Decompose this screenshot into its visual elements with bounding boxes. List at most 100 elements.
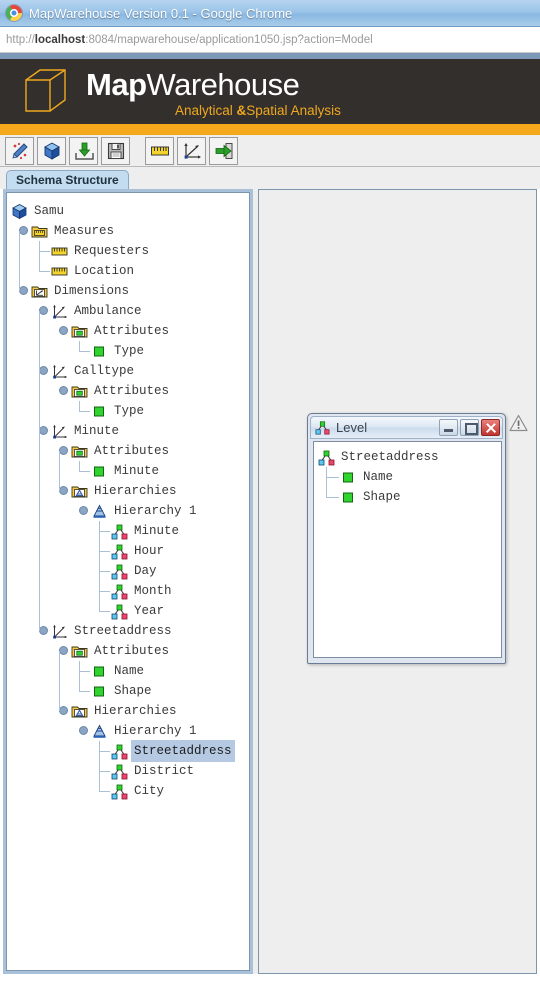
tree-expand-toggle[interactable] — [39, 626, 48, 635]
tree-node[interactable]: Requesters — [51, 241, 149, 261]
tree-expand-toggle[interactable] — [19, 286, 28, 295]
tree-node-label: Name — [363, 470, 394, 484]
tree-node[interactable]: Minute — [111, 521, 179, 541]
tree-node[interactable]: Shape — [340, 487, 401, 507]
tree-node[interactable]: Measures — [31, 221, 114, 241]
tree-connector — [79, 401, 80, 411]
tab-schema-structure[interactable]: Schema Structure — [6, 170, 129, 189]
tree-node[interactable]: Hierarchy 1 — [91, 721, 197, 741]
pyramid-icon — [93, 724, 106, 738]
tree-expand-toggle[interactable] — [39, 366, 48, 375]
tree-node-label: Minute — [134, 524, 180, 538]
level-dialog[interactable]: Level Streetaddress Name Shape — [307, 413, 506, 664]
schema-tree: Samu Measures Requesters Location Dimensions… — [7, 193, 249, 970]
map-tool-button[interactable] — [5, 136, 34, 165]
tree-node[interactable]: Streetaddress — [318, 447, 439, 467]
tree-expand-toggle[interactable] — [59, 446, 68, 455]
level-dialog-title: Level — [336, 420, 368, 435]
level-icon — [111, 764, 128, 779]
cube-button[interactable] — [37, 136, 66, 165]
axes-icon — [53, 624, 68, 638]
tree-node[interactable]: Streetaddress — [51, 621, 172, 641]
tree-node[interactable]: Hierarchies — [71, 481, 177, 501]
tree-expand-toggle[interactable] — [39, 306, 48, 315]
tree-node[interactable]: Month — [111, 581, 172, 601]
attributes-folder-icon — [71, 386, 88, 397]
tree-connector — [79, 661, 80, 671]
tree-node[interactable]: City — [111, 781, 164, 801]
dimension-button[interactable] — [177, 136, 206, 165]
tree-node[interactable]: Attributes — [71, 381, 169, 401]
green-square-icon — [94, 406, 104, 416]
tree-node[interactable]: Type — [91, 341, 144, 361]
tree-node-label: Ambulance — [74, 304, 142, 318]
tree-node[interactable]: Attributes — [71, 441, 169, 461]
green-square-icon — [94, 346, 104, 356]
tree-connector — [99, 551, 110, 552]
tree-connector — [326, 477, 327, 497]
tree-node-label: Requesters — [74, 244, 150, 258]
url-prefix: http:// — [6, 33, 35, 46]
tree-connector — [99, 531, 100, 611]
schema-tree-scroll[interactable]: Samu Measures Requesters Location Dimensions… — [6, 192, 250, 971]
hierarchies-folder-icon — [71, 486, 88, 497]
import-button[interactable] — [69, 136, 98, 165]
level-icon — [111, 784, 128, 799]
tree-node[interactable]: Attributes — [71, 641, 169, 661]
tree-expand-toggle[interactable] — [79, 726, 88, 735]
tree-node-label: Attributes — [94, 444, 170, 458]
measure-button[interactable] — [145, 136, 174, 165]
tree-expand-toggle[interactable] — [59, 326, 68, 335]
warning-triangle-icon — [509, 414, 528, 432]
tree-expand-toggle[interactable] — [59, 646, 68, 655]
maximize-button[interactable] — [460, 419, 479, 436]
tree-node-label: Measures — [54, 224, 115, 238]
tree-connector — [79, 471, 90, 472]
tree-node[interactable]: Streetaddress — [111, 740, 235, 762]
tree-expand-toggle[interactable] — [39, 426, 48, 435]
tree-node-label: Hierarchies — [94, 704, 177, 718]
tree-node[interactable]: Day — [111, 561, 157, 581]
tree-node-label: Hierarchy 1 — [114, 504, 197, 518]
tree-expand-toggle[interactable] — [59, 486, 68, 495]
tree-node-label: Attributes — [94, 324, 170, 338]
tree-expand-toggle[interactable] — [79, 506, 88, 515]
tree-node[interactable]: Location — [51, 261, 134, 281]
exit-button[interactable] — [209, 136, 238, 165]
tree-node[interactable]: Ambulance — [51, 301, 142, 321]
save-button[interactable] — [101, 136, 130, 165]
tree-node[interactable]: Attributes — [71, 321, 169, 341]
tree-node[interactable]: Dimensions — [31, 281, 129, 301]
tree-node-label: Day — [134, 564, 157, 578]
level-icon — [111, 564, 128, 579]
tree-node[interactable]: Minute — [51, 421, 119, 441]
tree-node[interactable]: Calltype — [51, 361, 134, 381]
tree-expand-toggle[interactable] — [59, 386, 68, 395]
minimize-button[interactable] — [439, 419, 458, 436]
tagline-part2: Spatial Analysis — [246, 103, 341, 118]
tree-connector — [99, 751, 100, 791]
close-button[interactable] — [481, 419, 500, 436]
tree-node[interactable]: Hour — [111, 541, 164, 561]
tree-node[interactable]: Minute — [91, 461, 159, 481]
tree-node[interactable]: Type — [91, 401, 144, 421]
tree-connector — [99, 771, 110, 772]
tree-connector — [99, 521, 100, 531]
ruler-icon — [150, 146, 169, 155]
tree-expand-toggle[interactable] — [19, 226, 28, 235]
tree-node[interactable]: Shape — [91, 681, 152, 701]
address-bar-text: http://localhost:8084/mapwarehouse/appli… — [6, 34, 373, 46]
tree-node[interactable]: Hierarchies — [71, 701, 177, 721]
tree-expand-toggle[interactable] — [59, 706, 68, 715]
tree-node[interactable]: Samu — [11, 201, 64, 221]
tree-node[interactable]: District — [111, 761, 194, 781]
address-bar[interactable]: http://localhost:8084/mapwarehouse/appli… — [0, 27, 540, 53]
blue-cube-icon — [43, 141, 60, 160]
tree-connector — [79, 671, 80, 691]
tree-node[interactable]: Year — [111, 601, 164, 621]
level-dialog-titlebar[interactable]: Level — [310, 416, 503, 439]
tree-node[interactable]: Name — [340, 467, 393, 487]
tree-node[interactable]: Hierarchy 1 — [91, 501, 197, 521]
tree-node[interactable]: Name — [91, 661, 144, 681]
url-rest: :8084/mapwarehouse/application1050.jsp?a… — [85, 33, 373, 46]
